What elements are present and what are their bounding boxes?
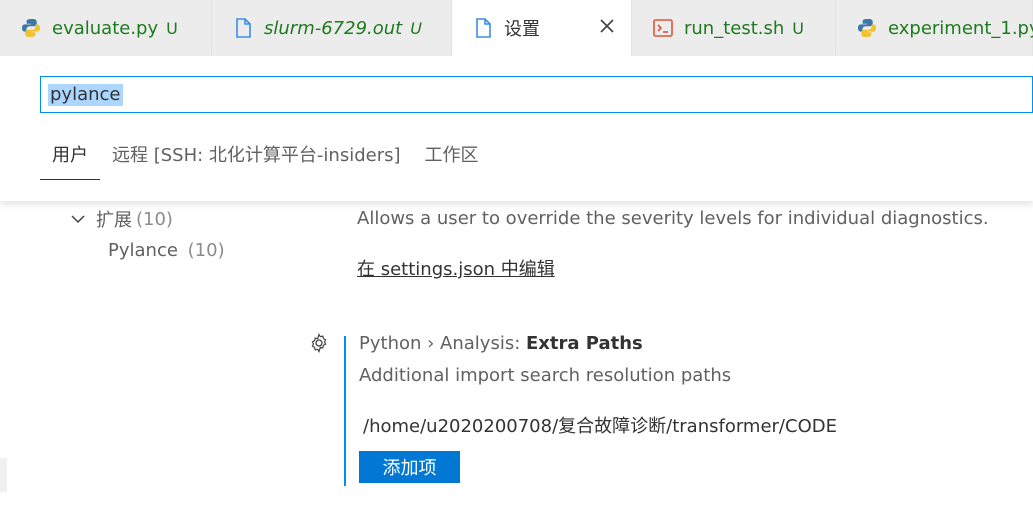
tab-remote[interactable]: 远程 [SSH: 北化计算平台-insiders] — [100, 142, 413, 179]
settings-search-input[interactable]: pylance — [40, 76, 1033, 113]
file-icon — [236, 18, 251, 38]
tab-run-test-sh[interactable]: run_test.sh U — [632, 0, 836, 56]
git-status-badge: U — [166, 18, 178, 38]
setting-description: Additional import search resolution path… — [359, 365, 732, 386]
tab-label: slurm-6729.out — [264, 17, 403, 39]
tab-settings[interactable]: 设置 — [452, 0, 632, 56]
toc-item-label: Pylance — [108, 240, 178, 261]
close-icon[interactable] — [597, 16, 617, 36]
setting-title: Python › Analysis: Extra Paths — [359, 333, 643, 354]
tab-slurm-out[interactable]: slurm-6729.out U — [212, 0, 452, 56]
add-item-button[interactable]: 添加项 — [359, 451, 460, 483]
git-status-badge: U — [410, 18, 422, 38]
python-icon — [22, 19, 40, 37]
toc-group-label: 扩展 — [96, 210, 132, 231]
gear-icon[interactable] — [308, 332, 330, 354]
settings-scope-tabs: 用户 远程 [SSH: 北化计算平台-insiders] 工作区 — [40, 142, 491, 180]
tab-evaluate-py[interactable]: evaluate.py U — [0, 0, 212, 56]
setting-category: Python › Analysis: — [359, 333, 526, 354]
setting-name: Extra Paths — [525, 333, 643, 354]
search-value: pylance — [48, 84, 123, 106]
toc-item-pylance[interactable]: Pylance (10) — [108, 240, 225, 261]
terminal-icon — [653, 19, 673, 37]
tab-user[interactable]: 用户 — [40, 142, 100, 180]
previous-setting-description: Allows a user to override the severity l… — [357, 208, 989, 229]
scrollbar-edge — [0, 458, 7, 492]
editor-tab-bar: evaluate.py U slurm-6729.out U 设置 run_te… — [0, 0, 1033, 56]
tab-label: 设置 — [504, 19, 540, 40]
git-status-badge: U — [792, 18, 805, 38]
chevron-down-icon — [71, 215, 85, 224]
tab-label: evaluate.py — [52, 17, 159, 39]
file-icon — [476, 18, 491, 38]
setting-extra-paths: Python › Analysis: Extra Paths Additiona… — [344, 333, 1006, 486]
python-icon — [858, 19, 876, 37]
toc-item-count: (10) — [187, 240, 225, 261]
extra-path-list-item[interactable]: /home/u2020200708/复合故障诊断/transformer/COD… — [363, 412, 837, 438]
tab-label: experiment_1.py — [888, 17, 1033, 39]
tab-label: run_test.sh — [684, 17, 785, 39]
toc-extensions-group[interactable]: 扩展 (10) — [70, 206, 173, 232]
tab-workspace[interactable]: 工作区 — [413, 142, 491, 179]
edit-in-settings-json-link[interactable]: 在 settings.json 中编辑 — [357, 255, 555, 281]
toc-group-count: (10) — [136, 208, 173, 230]
tab-experiment-1-py[interactable]: experiment_1.py — [836, 0, 1033, 56]
settings-header: pylance 用户 远程 [SSH: 北化计算平台-insiders] 工作区 — [0, 56, 1033, 201]
